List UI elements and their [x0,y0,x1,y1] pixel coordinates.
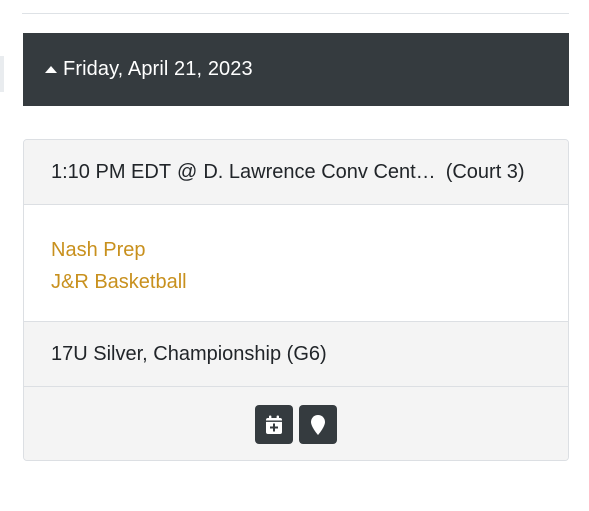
game-court: (Court 3) [445,160,525,183]
map-location-button[interactable] [299,405,337,444]
game-card: 1:10 PM EDT @ D. Lawrence Conv Cent… (Co… [23,139,569,461]
division-label: 17U Silver, Championship (G6) [51,342,327,365]
date-heading: Friday, April 21, 2023 [63,58,253,80]
map-marker-icon [311,414,325,435]
teams-row: Nash Prep J&R Basketball [24,205,568,322]
date-section-toggle[interactable]: Friday, April 21, 2023 [23,33,569,106]
caret-up-icon [45,65,57,73]
actions-row [24,387,568,460]
team-link-away[interactable]: J&R Basketball [51,266,568,298]
edge-fragment [0,56,4,92]
team-link-home[interactable]: Nash Prep [51,234,568,266]
schedule-page: Friday, April 21, 2023 1:10 PM EDT @ D. … [0,0,589,511]
calendar-plus-icon [266,415,282,434]
game-location: D. Lawrence Conv Cent… [203,160,436,183]
division-row: 17U Silver, Championship (G6) [24,322,568,387]
at-symbol: @ [177,160,198,183]
add-to-calendar-button[interactable] [255,405,293,444]
game-time: 1:10 PM EDT [51,160,172,183]
game-time-location-row: 1:10 PM EDT @ D. Lawrence Conv Cent… (Co… [24,140,568,205]
divider [22,13,569,14]
